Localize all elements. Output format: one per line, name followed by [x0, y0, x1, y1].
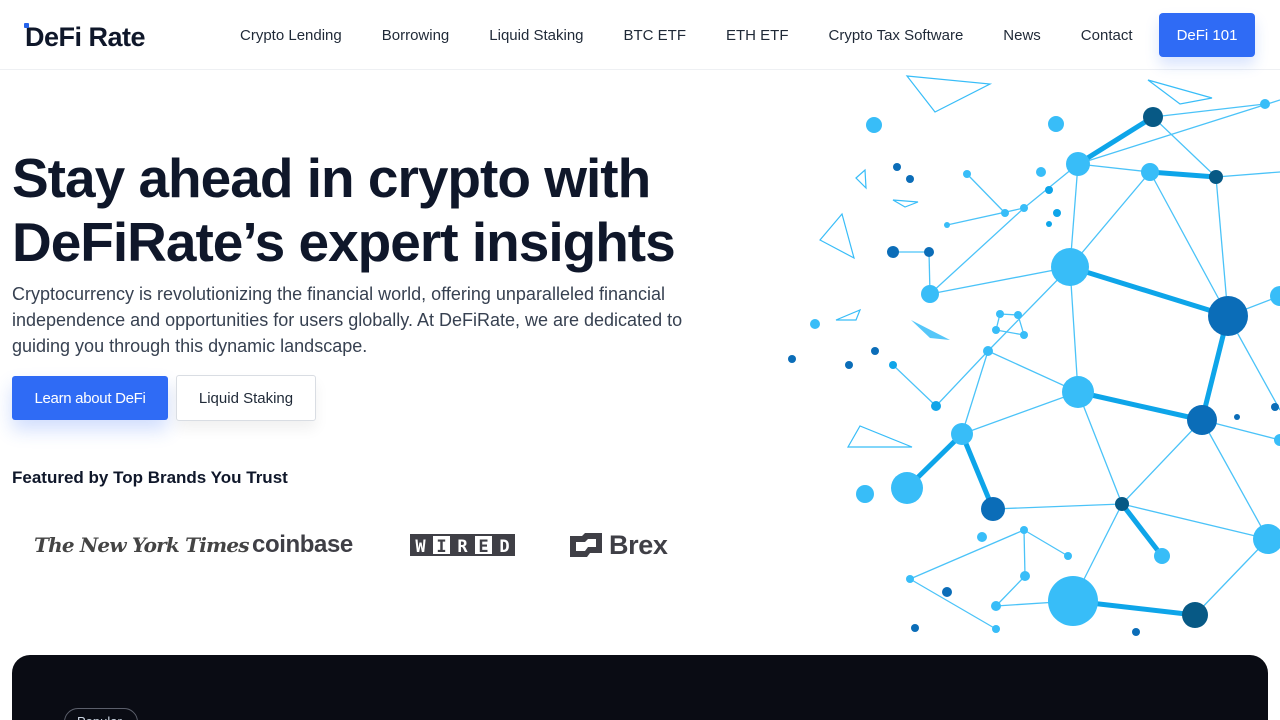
main-nav: Crypto Lending Borrowing Liquid Staking … — [220, 0, 1153, 70]
nav-item-crypto-lending[interactable]: Crypto Lending — [220, 27, 362, 44]
brex-logo: Brex — [569, 520, 668, 570]
defi-101-button[interactable]: DeFi 101 — [1159, 13, 1255, 57]
coinbase-logo: coinbase — [252, 520, 353, 570]
nav-item-liquid-staking[interactable]: Liquid Staking — [469, 27, 603, 44]
wired-letter: I — [431, 534, 452, 557]
coinbase-logo-text: coinbase — [252, 531, 353, 558]
logo-accent-mark — [24, 23, 29, 28]
nyt-logo: The New York Times — [34, 520, 250, 570]
hero-title-line-2: DeFiRate’s expert insights — [12, 211, 676, 273]
brex-logo-text: Brex — [609, 529, 668, 560]
logo-text: DeFi Rate — [25, 22, 146, 52]
site-header: DeFi Rate Crypto Lending Borrowing Liqui… — [0, 0, 1280, 70]
featured-heading: Featured by Top Brands You Trust — [12, 468, 288, 487]
nav-item-borrowing[interactable]: Borrowing — [362, 27, 470, 44]
section-chip: Popular — [64, 708, 138, 720]
brex-mark-icon — [570, 533, 602, 557]
brand-logos: The New York Times coinbase W I R E D Br… — [0, 520, 720, 570]
hero-title-line-1: Stay ahead in crypto with — [12, 147, 651, 209]
nav-item-contact[interactable]: Contact — [1061, 27, 1153, 44]
nav-item-btc-etf[interactable]: BTC ETF — [604, 27, 707, 44]
wired-letter: W — [410, 534, 431, 557]
site-logo[interactable]: DeFi Rate — [24, 22, 146, 52]
learn-about-defi-button[interactable]: Learn about DeFi — [12, 376, 168, 420]
wired-letter: R — [452, 534, 473, 557]
nyt-logo-text: The New York Times — [34, 533, 250, 557]
hero-title: Stay ahead in crypto with DeFiRate’s exp… — [12, 146, 732, 274]
nav-item-news[interactable]: News — [983, 27, 1061, 44]
wired-letter: E — [473, 534, 494, 557]
wired-letter: D — [494, 534, 515, 557]
hero-description: Cryptocurrency is revolutionizing the fi… — [12, 284, 683, 356]
blockchain-network-illustration — [788, 75, 1280, 636]
nav-item-crypto-tax-software[interactable]: Crypto Tax Software — [809, 27, 984, 44]
liquid-staking-button[interactable]: Liquid Staking — [176, 375, 316, 421]
nav-item-eth-etf[interactable]: ETH ETF — [706, 27, 809, 44]
dark-section: Popular — [12, 655, 1268, 720]
wired-logo: W I R E D — [410, 520, 515, 570]
